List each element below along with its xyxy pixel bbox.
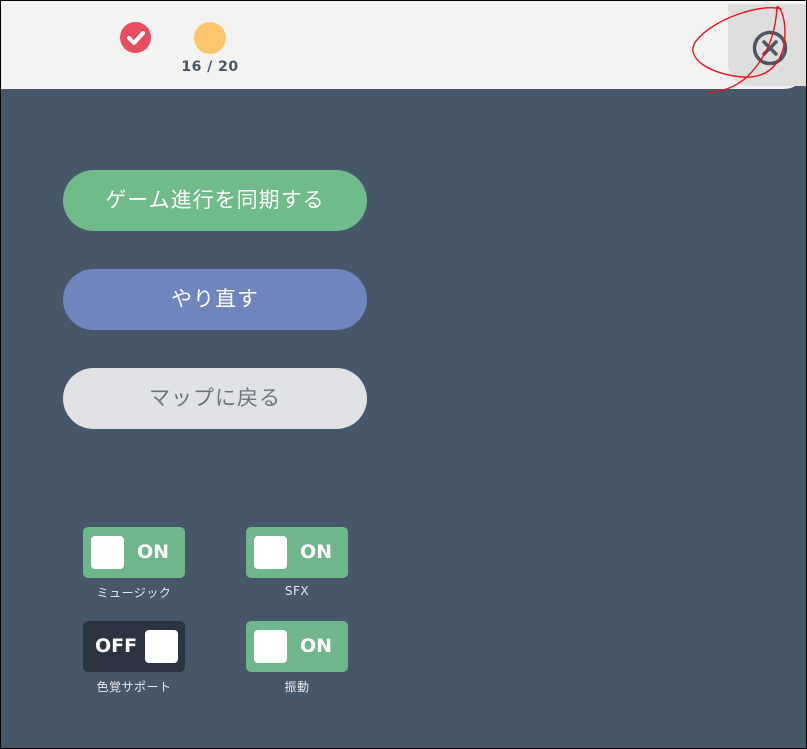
check-circle-icon <box>120 22 151 53</box>
vibration-toggle[interactable]: ON <box>246 621 348 672</box>
colorblind-toggle[interactable]: OFF <box>83 621 185 672</box>
sync-progress-button[interactable]: ゲーム進行を同期する <box>63 170 367 231</box>
top-bar: 16 / 20 <box>1 1 806 89</box>
close-button[interactable] <box>751 29 789 67</box>
toggle-state: ON <box>300 635 333 657</box>
toggle-state: OFF <box>95 635 138 657</box>
sfx-label: SFX <box>284 584 310 598</box>
vibration-label: 振動 <box>284 680 310 694</box>
toggle-knob <box>145 630 178 663</box>
toggle-state: ON <box>137 541 170 563</box>
game-pause-screen: 16 / 20 ゲーム進行を同期する やり直す マップに戻る ON ミュージック… <box>0 0 807 749</box>
toggle-knob <box>254 630 287 663</box>
retry-button[interactable]: やり直す <box>63 269 367 330</box>
music-label: ミュージック <box>96 586 172 600</box>
close-circle-icon <box>752 30 788 66</box>
current-level-dot-icon <box>194 22 226 54</box>
music-toggle[interactable]: ON <box>83 527 185 578</box>
toggle-state: ON <box>300 541 333 563</box>
progress-counter: 16 / 20 <box>181 59 239 75</box>
toggle-knob <box>91 536 124 569</box>
toggle-knob <box>254 536 287 569</box>
sfx-toggle[interactable]: ON <box>246 527 348 578</box>
colorblind-label: 色覚サポート <box>96 680 172 694</box>
back-to-map-button[interactable]: マップに戻る <box>63 368 367 429</box>
